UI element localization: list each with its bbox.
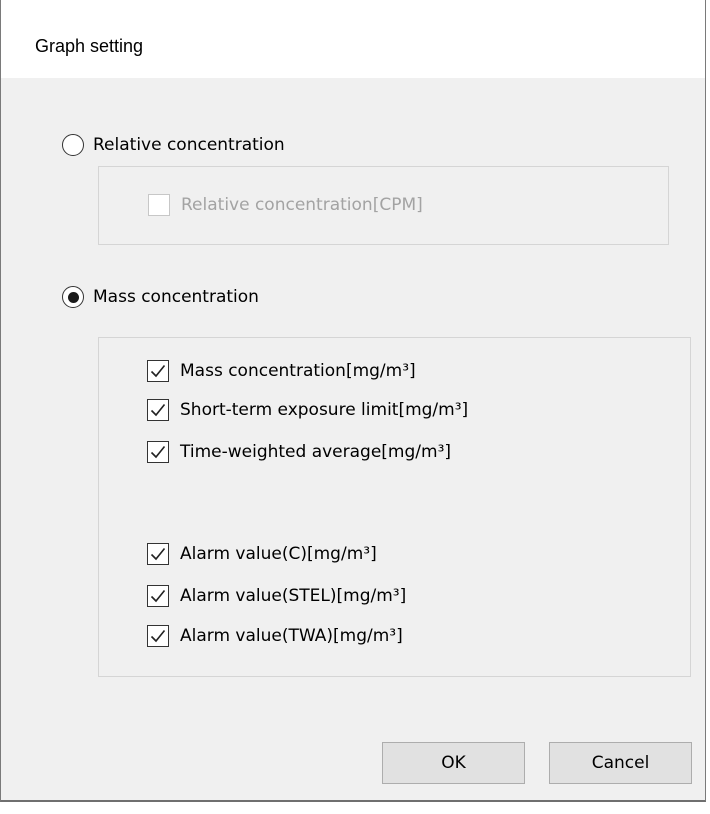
checkbox-empty-icon[interactable] [148,194,170,216]
relative-concentration-radio[interactable]: Relative concentration [62,134,285,156]
check-icon[interactable] [147,441,169,463]
cancel-button[interactable]: Cancel [549,742,692,784]
check-icon[interactable] [147,360,169,382]
graph-setting-dialog: Graph setting Relative concentration Rel… [0,0,706,802]
twa-label: Time-weighted average[mg/m³] [180,442,452,462]
relative-concentration-label: Relative concentration [93,135,285,155]
alarm-twa-checkbox[interactable]: Alarm value(TWA)[mg/m³] [147,625,403,647]
alarm-stel-checkbox[interactable]: Alarm value(STEL)[mg/m³] [147,585,406,607]
mass-concentration-radio-label: Mass concentration [93,287,259,307]
alarm-stel-label: Alarm value(STEL)[mg/m³] [180,586,407,606]
check-icon[interactable] [147,543,169,565]
ok-button[interactable]: OK [382,742,525,784]
dialog-title: Graph setting [35,36,144,56]
twa-checkbox[interactable]: Time-weighted average[mg/m³] [147,441,451,463]
radio-unselected-icon[interactable] [62,134,84,156]
mass-concentration-checkbox[interactable]: Mass concentration[mg/m³] [147,360,416,382]
radio-dot-icon [67,291,79,303]
check-icon[interactable] [147,399,169,421]
check-icon[interactable] [147,585,169,607]
alarm-twa-label: Alarm value(TWA)[mg/m³] [180,626,403,646]
relative-concentration-cpm-label: Relative concentration[CPM] [181,195,423,215]
stel-label: Short-term exposure limit[mg/m³] [180,400,469,420]
radio-selected-icon[interactable] [62,286,84,308]
mass-concentration-radio[interactable]: Mass concentration [62,286,259,308]
stel-checkbox[interactable]: Short-term exposure limit[mg/m³] [147,399,468,421]
mass-concentration-label: Mass concentration[mg/m³] [180,361,416,381]
title-bar: Graph setting [1,0,705,78]
check-icon[interactable] [147,625,169,647]
alarm-c-label: Alarm value(C)[mg/m³] [180,544,377,564]
alarm-c-checkbox[interactable]: Alarm value(C)[mg/m³] [147,543,377,565]
relative-concentration-cpm-checkbox[interactable]: Relative concentration[CPM] [148,194,423,216]
